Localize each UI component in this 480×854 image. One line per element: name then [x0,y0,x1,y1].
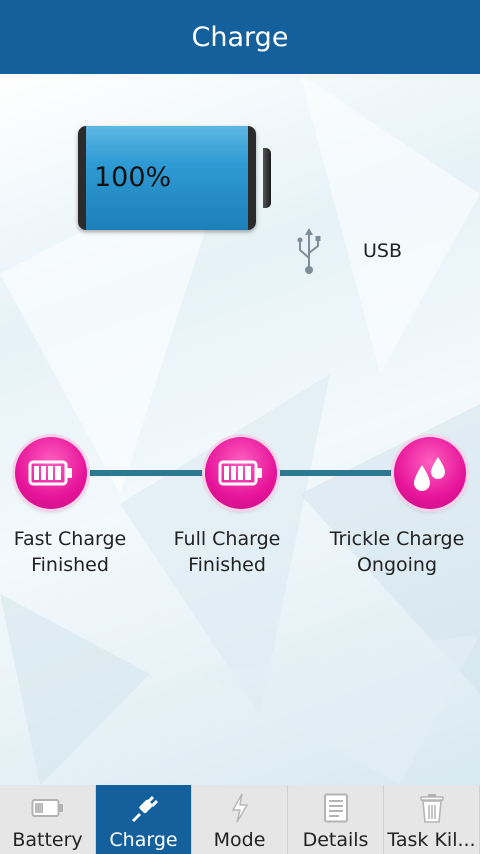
tab-label: Details [302,829,369,851]
tab-label: Mode [213,829,266,851]
bottom-nav: Battery Charge Mode Details Task Kil... [0,785,480,854]
stage-status: Finished [31,554,109,576]
battery-icon [31,799,63,817]
tab-battery[interactable]: Battery [0,785,96,854]
tab-label: Task Kil... [387,829,476,851]
tab-mode[interactable]: Mode [192,785,288,854]
stage-label-full: Full Charge Finished [142,526,312,578]
droplets-icon [414,457,445,491]
battery-full-icon [218,460,262,486]
battery-full-icon [28,460,72,486]
stage-connector-2 [276,470,396,476]
tab-charge[interactable]: Charge [96,785,192,854]
tab-details[interactable]: Details [288,785,384,854]
usb-icon [297,228,321,274]
page-title: Charge [191,21,289,53]
document-icon [323,793,348,823]
stage-fast-charge [15,437,87,509]
tab-task-killer[interactable]: Task Kil... [384,785,480,854]
stage-title: Full Charge [173,528,281,550]
plug-icon [131,795,158,822]
stage-label-trickle: Trickle Charge Ongoing [312,526,480,578]
battery-percent: 100% [94,162,172,193]
stage-title: Trickle Charge [329,528,465,550]
tab-label: Charge [109,829,178,851]
power-source-label: USB [363,240,403,262]
stage-status: Finished [188,554,266,576]
stage-label-fast: Fast Charge Finished [0,526,155,578]
stage-trickle-charge [394,437,466,509]
lightning-icon [231,793,248,823]
stage-status: Ongoing [356,554,438,576]
battery-cap [263,148,271,208]
stage-title: Fast Charge [13,528,127,550]
trash-icon [419,794,444,823]
stage-full-charge [205,437,277,509]
header-bar: Charge [0,0,480,74]
tab-label: Battery [12,829,83,851]
stage-connector-1 [86,470,206,476]
battery-indicator: 100% [78,126,271,230]
